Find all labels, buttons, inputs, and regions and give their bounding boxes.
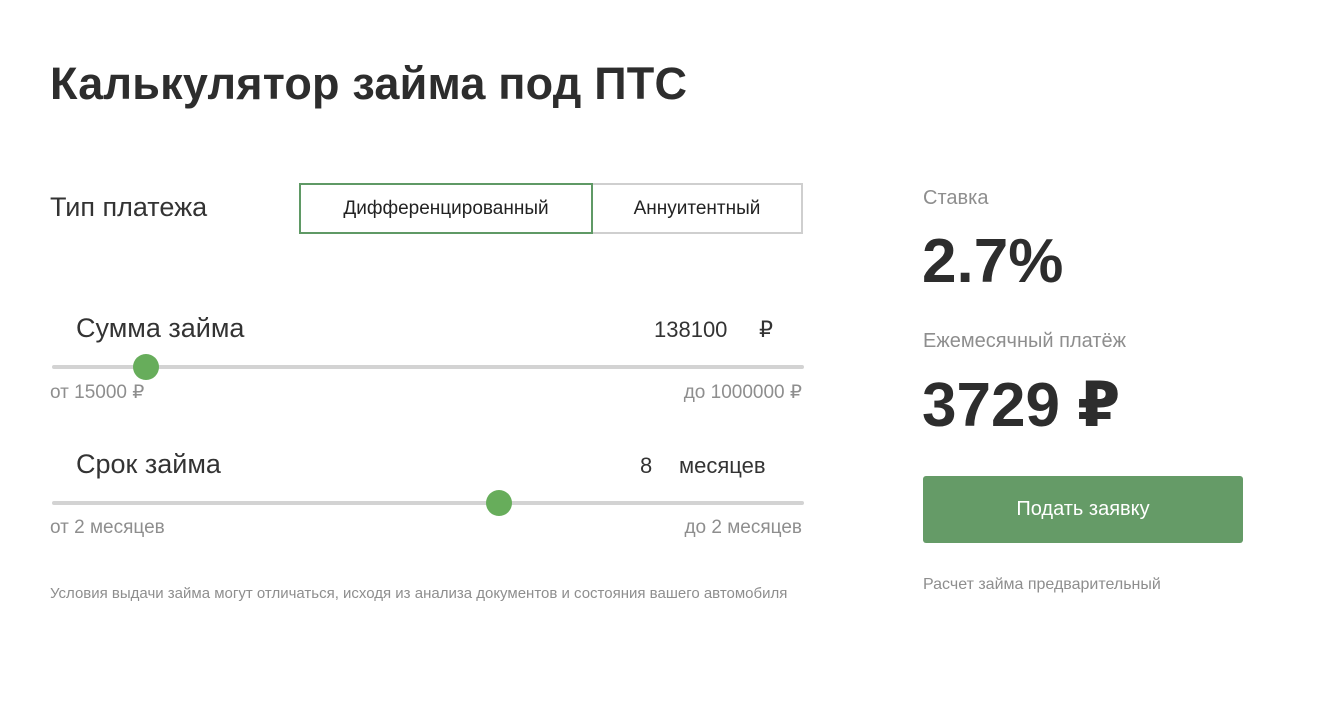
loan-term-max-note: до 2 месяцев bbox=[684, 517, 802, 538]
loan-calculator-page: Калькулятор займа под ПТС Тип платежа Ди… bbox=[0, 0, 1320, 717]
loan-term-value[interactable]: 8 bbox=[640, 453, 652, 479]
rate-caption: Ставка bbox=[923, 187, 989, 209]
rate-value: 2.7% bbox=[922, 227, 1064, 296]
loan-term-slider[interactable] bbox=[52, 490, 804, 516]
monthly-payment-value: 3729 ₽ bbox=[922, 371, 1121, 440]
loan-amount-slider[interactable] bbox=[52, 354, 804, 380]
monthly-payment-caption: Ежемесячный платёж bbox=[923, 330, 1126, 352]
payment-type-label: Тип платежа bbox=[50, 192, 208, 222]
payment-type-annuity-button[interactable]: Аннуитентный bbox=[593, 183, 803, 234]
loan-amount-max-note: до 1000000 ₽ bbox=[683, 382, 802, 403]
loan-term-min-note: от 2 месяцев bbox=[50, 517, 165, 538]
apply-button[interactable]: Подать заявку bbox=[923, 476, 1243, 543]
loan-term-label: Срок займа bbox=[76, 449, 221, 479]
loan-term-unit: месяцев bbox=[679, 453, 766, 478]
loan-amount-value[interactable]: 138100 bbox=[654, 317, 727, 343]
loan-conditions-disclaimer: Условия выдачи займа могут отличаться, и… bbox=[50, 585, 788, 602]
page-title: Калькулятор займа под ПТС bbox=[50, 58, 688, 109]
payment-type-toggle: Дифференцированный Аннуитентный bbox=[299, 183, 803, 234]
loan-amount-label: Сумма займа bbox=[76, 313, 245, 343]
loan-amount-slider-handle[interactable] bbox=[132, 354, 159, 380]
payment-type-differentiated-button[interactable]: Дифференцированный bbox=[299, 183, 593, 234]
loan-amount-unit: ₽ bbox=[759, 317, 773, 342]
calculation-note: Расчет займа предварительный bbox=[923, 576, 1161, 593]
loan-term-slider-handle[interactable] bbox=[486, 490, 513, 516]
loan-amount-min-note: от 15000 ₽ bbox=[50, 382, 145, 403]
